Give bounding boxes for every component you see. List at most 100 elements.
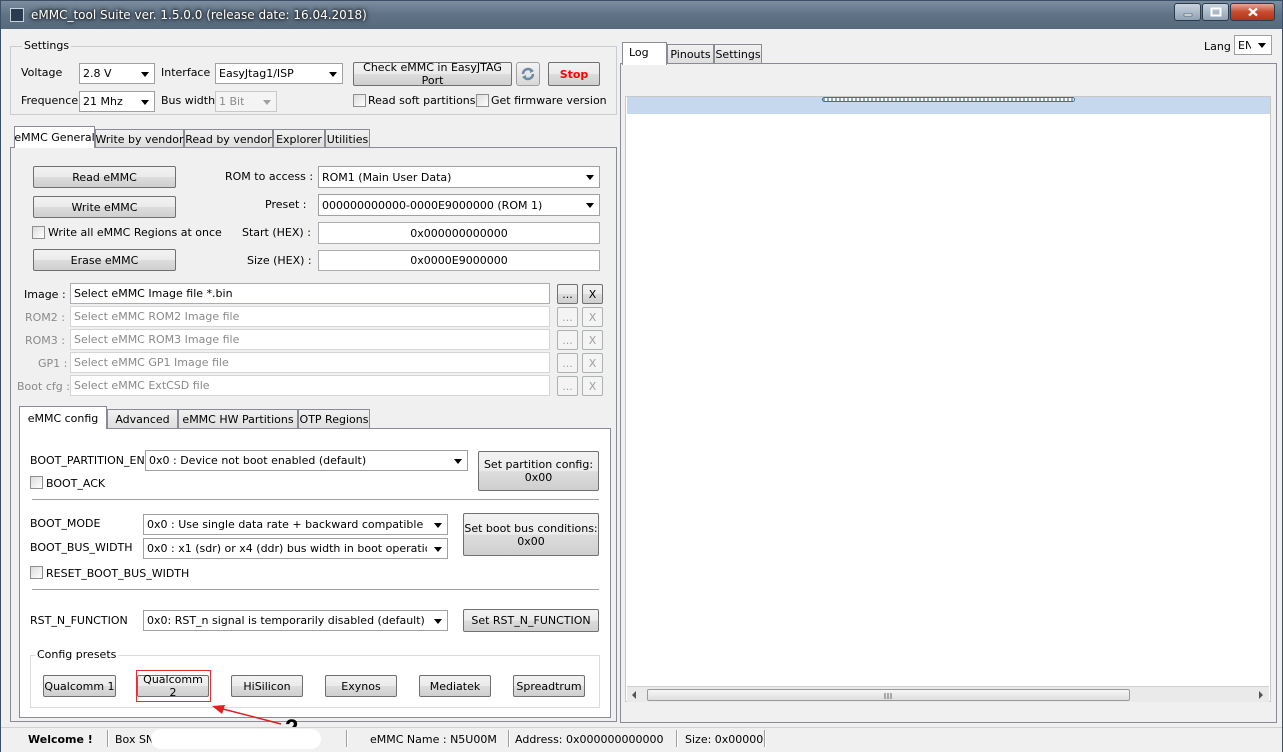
rom-access-select[interactable]: ROM1 (Main User Data): [318, 166, 600, 188]
start-hex-label: Start (HEX) :: [242, 226, 311, 239]
gp1-file-label: GP1 :: [38, 357, 68, 370]
preset-value: 000000000000-0000E9000000 (ROM 1): [322, 198, 543, 212]
reset-boot-bus-width-checkbox[interactable]: [30, 566, 43, 579]
chevron-down-icon: [586, 203, 594, 208]
read-emmc-button[interactable]: Read eMMC: [33, 166, 176, 188]
frequence-select[interactable]: 21 Mhz: [79, 91, 155, 112]
tab-otp-regions[interactable]: OTP Regions: [298, 409, 370, 429]
tab-utilities[interactable]: Utilities: [325, 129, 370, 148]
highlight-box: [136, 670, 211, 702]
boot-partition-en-select[interactable]: 0x0 : Device not boot enabled (default): [145, 450, 468, 471]
chevron-down-icon: [141, 71, 149, 77]
read-soft-partitions-label: Read soft partitions: [368, 94, 476, 107]
set-partition-config-button[interactable]: Set partition config: 0x00: [478, 451, 599, 491]
check-emmc-button[interactable]: Check eMMC in EasyJTAG Port: [353, 61, 512, 87]
interface-select[interactable]: EasyJtag1/ISP: [215, 63, 343, 84]
tab-emmc-general[interactable]: eMMC General: [14, 126, 95, 148]
preset-qualcomm-1-button[interactable]: Qualcomm 1: [43, 675, 116, 697]
tab-log[interactable]: Log: [622, 42, 667, 65]
boot-cfg-file-input[interactable]: Select eMMC ExtCSD file: [70, 375, 550, 396]
get-firmware-version-checkbox[interactable]: [476, 94, 489, 107]
write-all-regions-checkbox[interactable]: [32, 226, 45, 239]
image-clear-button[interactable]: X: [582, 284, 603, 304]
write-emmc-button[interactable]: Write eMMC: [33, 196, 176, 218]
voltage-select[interactable]: 2.8 V: [79, 63, 155, 84]
tab-pinouts[interactable]: Pinouts: [667, 44, 714, 64]
tab-explorer[interactable]: Explorer: [273, 129, 325, 148]
bus-width-label: Bus width: [161, 94, 216, 107]
stop-button[interactable]: Stop: [548, 62, 600, 86]
chevron-down-icon: [434, 618, 442, 624]
refresh-button[interactable]: [516, 62, 540, 86]
title-bar[interactable]: eMMC_tool Suite ver. 1.5.0.0 (release da…: [1, 1, 1282, 29]
app-icon: [10, 8, 24, 22]
maximize-button[interactable]: [1202, 3, 1229, 21]
boot-bus-width-select[interactable]: 0x0 : x1 (sdr) or x4 (ddr) bus width in …: [143, 538, 448, 559]
redacted-area: [151, 729, 321, 749]
start-hex-input[interactable]: 0x000000000000: [318, 222, 600, 244]
rst-n-function-select[interactable]: 0x0: RST_n signal is temporarily disable…: [143, 610, 448, 631]
gp1-browse-button[interactable]: ...: [557, 353, 578, 373]
chevron-down-icon: [454, 458, 462, 464]
lang-label: Lang: [1204, 40, 1231, 53]
rom2-browse-button[interactable]: ...: [557, 307, 578, 327]
minimize-button[interactable]: [1174, 3, 1201, 21]
rom3-clear-button[interactable]: X: [582, 330, 603, 350]
preset-mediatek-button[interactable]: Mediatek: [419, 675, 491, 697]
close-icon: [1247, 7, 1258, 17]
boot-mode-value: 0x0 : Use single data rate + backward co…: [147, 518, 427, 531]
preset-exynos-button[interactable]: Exynos: [325, 675, 397, 697]
chevron-down-icon: [141, 99, 149, 105]
settings-group-label: Settings: [22, 39, 72, 52]
log-view[interactable]: [625, 96, 1271, 702]
horizontal-scrollbar[interactable]: [627, 686, 1269, 702]
window-title: eMMC_tool Suite ver. 1.5.0.0 (release da…: [31, 8, 367, 22]
preset-spreadtrum-button[interactable]: Spreadtrum: [513, 675, 585, 697]
rom3-file-input[interactable]: Select eMMC ROM3 Image file: [70, 329, 550, 350]
rom2-clear-button[interactable]: X: [582, 307, 603, 327]
tab-read-by-vendor[interactable]: Read by vendor: [184, 129, 273, 148]
chevron-right-icon: [1259, 691, 1263, 699]
preset-hisilicon-button[interactable]: HiSilicon: [231, 675, 303, 697]
scrollbar-thumb[interactable]: [647, 689, 1130, 701]
lang-value: EN: [1238, 38, 1251, 52]
image-browse-button[interactable]: ...: [557, 284, 578, 304]
tab-advanced[interactable]: Advanced: [107, 409, 178, 429]
gp1-clear-button[interactable]: X: [582, 353, 603, 373]
chevron-down-icon: [263, 99, 271, 105]
bus-width-select[interactable]: 1 Bit: [215, 91, 277, 112]
set-boot-bus-conditions-button[interactable]: Set boot bus conditions: 0x00: [463, 513, 599, 556]
boot-cfg-clear-button[interactable]: X: [582, 376, 603, 396]
tab-emmc-hw-partitions[interactable]: eMMC HW Partitions: [178, 409, 298, 429]
status-divider: [764, 730, 766, 747]
status-address: Address: 0x000000000000: [515, 732, 664, 746]
frequence-value: 21 Mhz: [83, 95, 123, 108]
status-divider: [107, 730, 109, 747]
boot-cfg-browse-button[interactable]: ...: [557, 376, 578, 396]
preset-select[interactable]: 000000000000-0000E9000000 (ROM 1): [318, 194, 600, 216]
rom3-file-label: ROM3 :: [25, 334, 65, 347]
set-boot-bus-text: Set boot bus conditions:: [464, 521, 598, 535]
boot-mode-select[interactable]: 0x0 : Use single data rate + backward co…: [143, 514, 448, 535]
close-button[interactable]: [1230, 3, 1275, 21]
tab-emmc-config[interactable]: eMMC config: [19, 406, 107, 429]
rom3-browse-button[interactable]: ...: [557, 330, 578, 350]
set-rst-n-function-button[interactable]: Set RST_N_FUNCTION: [463, 609, 599, 632]
chevron-down-icon: [586, 175, 594, 180]
erase-emmc-button[interactable]: Erase eMMC: [33, 249, 176, 271]
size-hex-input[interactable]: 0x0000E9000000: [318, 250, 600, 271]
lang-select[interactable]: EN: [1234, 35, 1272, 55]
tab-write-by-vendor[interactable]: Write by vendor: [95, 129, 184, 148]
tab-settings-right[interactable]: Settings: [714, 44, 762, 64]
rst-n-function-label: RST_N_FUNCTION: [30, 614, 128, 627]
boot-mode-label: BOOT_MODE: [30, 517, 101, 530]
rom-access-value: ROM1 (Main User Data): [322, 170, 452, 184]
chevron-down-icon: [329, 71, 337, 77]
preset-label: Preset :: [265, 198, 307, 211]
image-file-input[interactable]: Select eMMC Image file *.bin: [70, 283, 550, 304]
boot-bus-width-value: 0x0 : x1 (sdr) or x4 (ddr) bus width in …: [147, 542, 427, 555]
gp1-file-input[interactable]: Select eMMC GP1 Image file: [70, 352, 550, 373]
read-soft-partitions-checkbox[interactable]: [353, 94, 366, 107]
rom2-file-input[interactable]: Select eMMC ROM2 Image file: [70, 306, 550, 327]
boot-ack-checkbox[interactable]: [30, 476, 43, 489]
